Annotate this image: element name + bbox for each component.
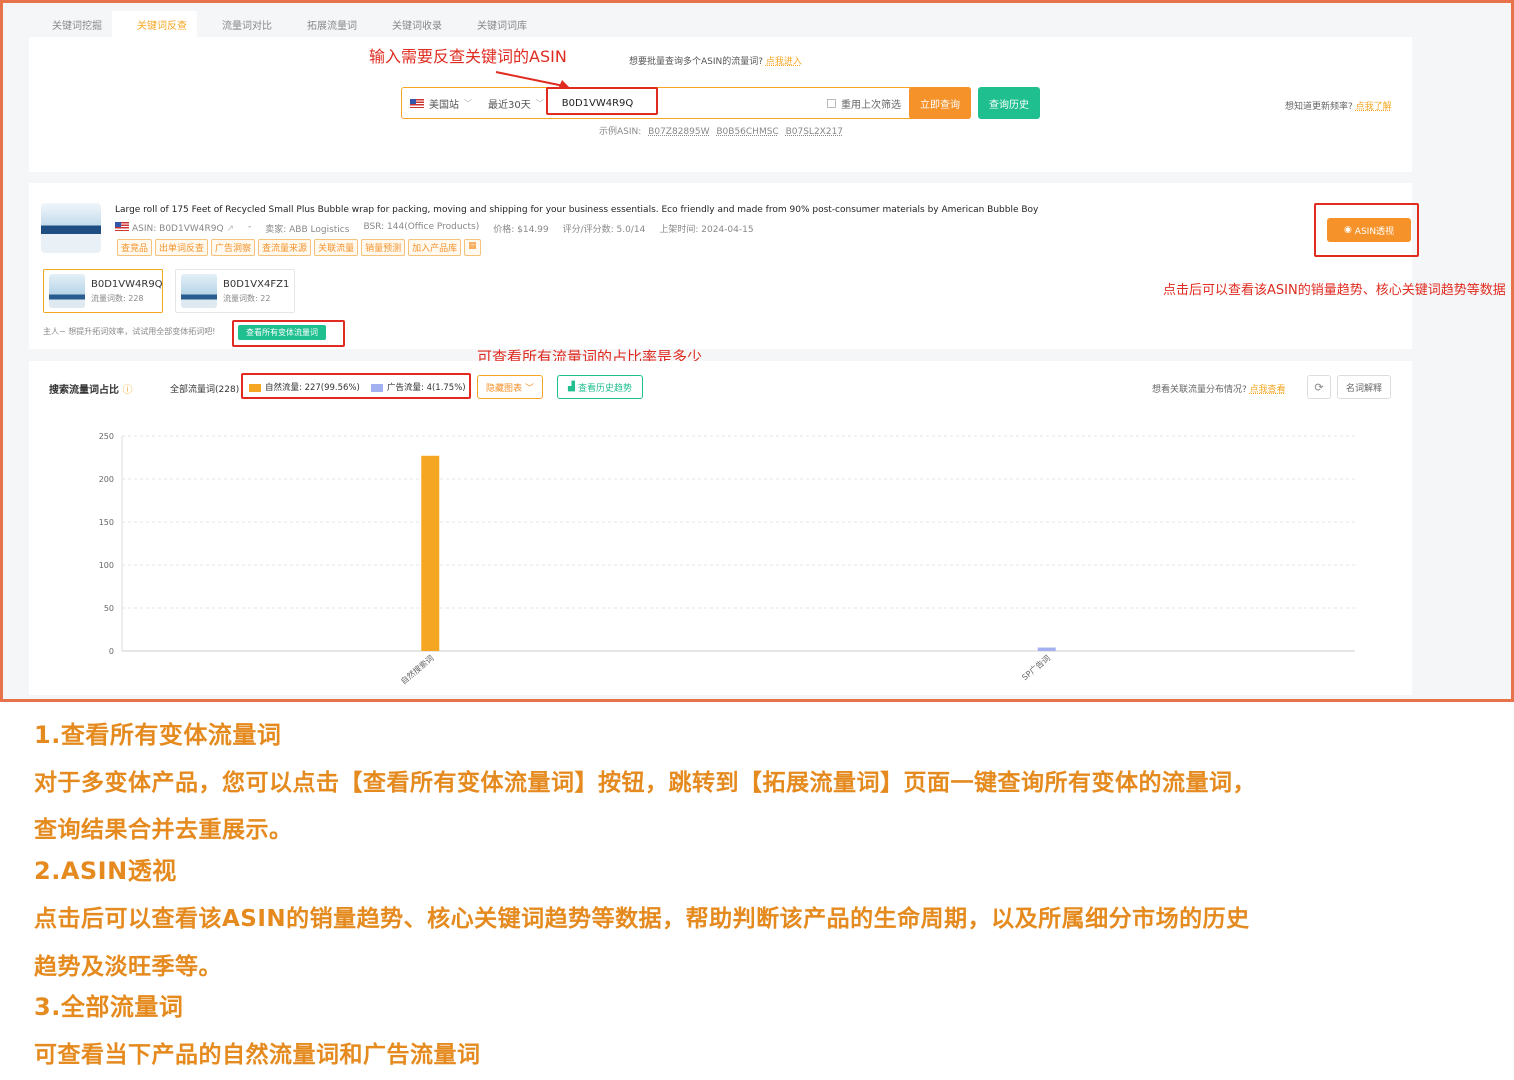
variant-card[interactable]: B0D1VX4FZ1 流量词数: 22 [175, 269, 295, 313]
variant-asin: B0D1VW4R9Q [91, 279, 163, 290]
y-tick-label: 150 [99, 518, 114, 527]
tag-ad-insight[interactable]: 广告洞察 [211, 239, 256, 256]
variant-image [49, 274, 85, 308]
external-link-icon[interactable]: ↗ [226, 224, 234, 234]
product-asin: ASIN: B0D1VW4R9Q ↗ [115, 222, 234, 235]
example-asin[interactable]: B07SL2X217 [786, 127, 843, 137]
all-variants-button[interactable]: 查看所有变体流量词 [238, 325, 326, 340]
variant-card[interactable]: B0D1VW4R9Q 流量词数: 228 [43, 269, 163, 313]
tab-keyword-index[interactable]: 关键词收录 [367, 11, 452, 37]
variant-image [181, 274, 217, 308]
note-paragraph-1a: 对于多变体产品，您可以点击【查看所有变体流量词】按钮，跳转到【拓展流量词】页面一… [34, 770, 1256, 796]
y-tick-label: 200 [99, 475, 114, 484]
site-select[interactable]: 美国站 ﹀ [402, 96, 480, 111]
y-tick-label: 100 [99, 561, 114, 570]
variant-tip: 主人~ 想提升拓词效率，试试用全部变体拓词吧! [43, 327, 216, 336]
update-hint: 想知道更新频率? 点我了解 [1285, 99, 1392, 112]
annotation-asin-insight: 点击后可以查看该ASIN的销量趋势、核心关键词趋势等数据 [1163, 283, 1506, 298]
chevron-down-icon: ﹀ [464, 98, 472, 108]
tag-traffic-source[interactable]: 查流量来源 [258, 239, 312, 256]
tag-related-traffic[interactable]: 关联流量 [314, 239, 359, 256]
site-select-value: 美国站 [429, 99, 459, 111]
checkbox-icon [827, 98, 836, 108]
chart-panel: 搜索流量词占比 ⓘ 全部流量词(228) 自然流量: 227(99.56%) 广… [29, 361, 1412, 695]
tab-keyword-reverse[interactable]: 关键词反查 [112, 11, 197, 37]
annotation-input-asin: 输入需要反查关键词的ASIN [369, 47, 567, 66]
chart-bar[interactable] [1037, 647, 1056, 651]
asin-insight-button[interactable]: ◉ ASIN透视 [1327, 218, 1411, 242]
x-tick-label: 自然搜索词 [398, 653, 435, 686]
period-select-value: 最近30天 [488, 99, 531, 111]
product-launch: 上架时间: 2024-04-15 [659, 225, 754, 235]
tab-bar: 关键词挖掘 关键词反查 流量词对比 拓展流量词 关键词收录 关键词词库 [29, 11, 537, 37]
search-bar: 美国站 ﹀ 最近30天 ﹀ B0D1VW4R9Q 重用上次筛选 立即查询 [401, 87, 971, 119]
query-button[interactable]: 立即查询 [909, 87, 971, 119]
x-tick-label: SP广告词 [1020, 653, 1052, 682]
tag-sales-forecast[interactable]: 销量预测 [361, 239, 406, 256]
eye-icon: ◉ [1343, 225, 1352, 235]
reuse-filter-label: 重用上次筛选 [841, 99, 901, 111]
chevron-down-icon: ﹀ [535, 98, 544, 108]
search-panel: 输入需要反查关键词的ASIN 想要批量查询多个ASIN的流量词? 点我进入 美国… [29, 37, 1412, 172]
product-price: 价格: $14.99 [493, 225, 549, 235]
product-asin-text: ASIN: B0D1VW4R9Q [132, 224, 224, 234]
tag-competitors[interactable]: 查竞品 [117, 239, 153, 256]
chart-bar[interactable] [421, 455, 440, 651]
tag-order-keywords[interactable]: 出单词反查 [155, 239, 209, 256]
variant-info: B0D1VX4FZ1 流量词数: 22 [223, 277, 289, 305]
calculator-icon[interactable]: ▦ [464, 239, 481, 256]
variant-count: 流量词数: 228 [91, 294, 144, 303]
product-dash: - [247, 222, 252, 232]
asin-insight-label: ASIN透视 [1354, 226, 1395, 237]
period-select[interactable]: 最近30天 ﹀ [480, 96, 552, 111]
y-tick-label: 0 [109, 647, 114, 656]
product-image[interactable] [41, 203, 101, 253]
update-link[interactable]: 点我了解 [1356, 102, 1392, 112]
product-bsr: BSR: 144(Office Products) [363, 222, 480, 232]
example-asin[interactable]: B0B56CHMSC [716, 127, 778, 137]
note-heading-1: 1.查看所有变体流量词 [34, 721, 282, 749]
history-button[interactable]: 查询历史 [978, 87, 1040, 119]
update-hint-text: 想知道更新频率? [1285, 102, 1353, 112]
note-heading-2: 2.ASIN透视 [34, 857, 177, 885]
product-tags: 查竞品 出单词反查 广告洞察 查流量来源 关联流量 销量预测 加入产品库 ▦ [117, 239, 481, 256]
us-flag-icon [115, 222, 129, 231]
tab-traffic-compare[interactable]: 流量词对比 [197, 11, 282, 37]
y-tick-label: 50 [104, 604, 114, 613]
tag-add-product-library[interactable]: 加入产品库 [408, 239, 462, 256]
us-flag-icon [410, 98, 424, 108]
reuse-filter-checkbox[interactable]: 重用上次筛选 [819, 96, 909, 111]
product-rating: 评分/评分数: 5.0/14 [562, 225, 646, 235]
annotation-asin-box [546, 87, 658, 115]
screenshot-frame: 关键词挖掘 关键词反查 流量词对比 拓展流量词 关键词收录 关键词词库 输入需要… [0, 0, 1514, 702]
product-seller: 卖家: ABB Logistics [265, 225, 350, 235]
variant-count: 流量词数: 22 [223, 294, 271, 303]
product-panel: Large roll of 175 Feet of Recycled Small… [29, 183, 1419, 349]
tab-keyword-library[interactable]: 关键词词库 [452, 11, 537, 37]
batch-link[interactable]: 点我进入 [766, 57, 802, 67]
example-asins: 示例ASIN: B07Z82895W B0B56CHMSC B07SL2X217 [599, 124, 843, 137]
traffic-bar-chart: 0 50 100 150 200 250 自然搜索词 SP广告词 [99, 432, 1355, 686]
batch-hint: 想要批量查询多个ASIN的流量词? 点我进入 [629, 54, 802, 67]
product-meta: ASIN: B0D1VW4R9Q ↗ - 卖家: ABB Logistics B… [115, 222, 754, 235]
y-tick-label: 250 [99, 432, 114, 441]
note-paragraph-3: 可查看当下产品的自然流量词和广告流量词 [34, 1042, 481, 1068]
example-asin-label: 示例ASIN: [599, 127, 642, 137]
tab-keyword-mining[interactable]: 关键词挖掘 [29, 11, 112, 37]
note-paragraph-2a: 点击后可以查看该ASIN的销量趋势、核心关键词趋势等数据，帮助判断该产品的生命周… [34, 906, 1250, 932]
example-asin[interactable]: B07Z82895W [648, 127, 709, 137]
note-heading-3: 3.全部流量词 [34, 993, 184, 1021]
product-title[interactable]: Large roll of 175 Feet of Recycled Small… [115, 205, 1038, 215]
variant-info: B0D1VW4R9Q 流量词数: 228 [91, 277, 163, 305]
tab-expand-traffic[interactable]: 拓展流量词 [282, 11, 367, 37]
note-paragraph-1b: 查询结果合并去重展示。 [34, 817, 293, 843]
batch-hint-text: 想要批量查询多个ASIN的流量词? [629, 57, 764, 67]
variant-asin: B0D1VX4FZ1 [223, 279, 290, 290]
note-paragraph-2b: 趋势及淡旺季等。 [34, 954, 222, 980]
